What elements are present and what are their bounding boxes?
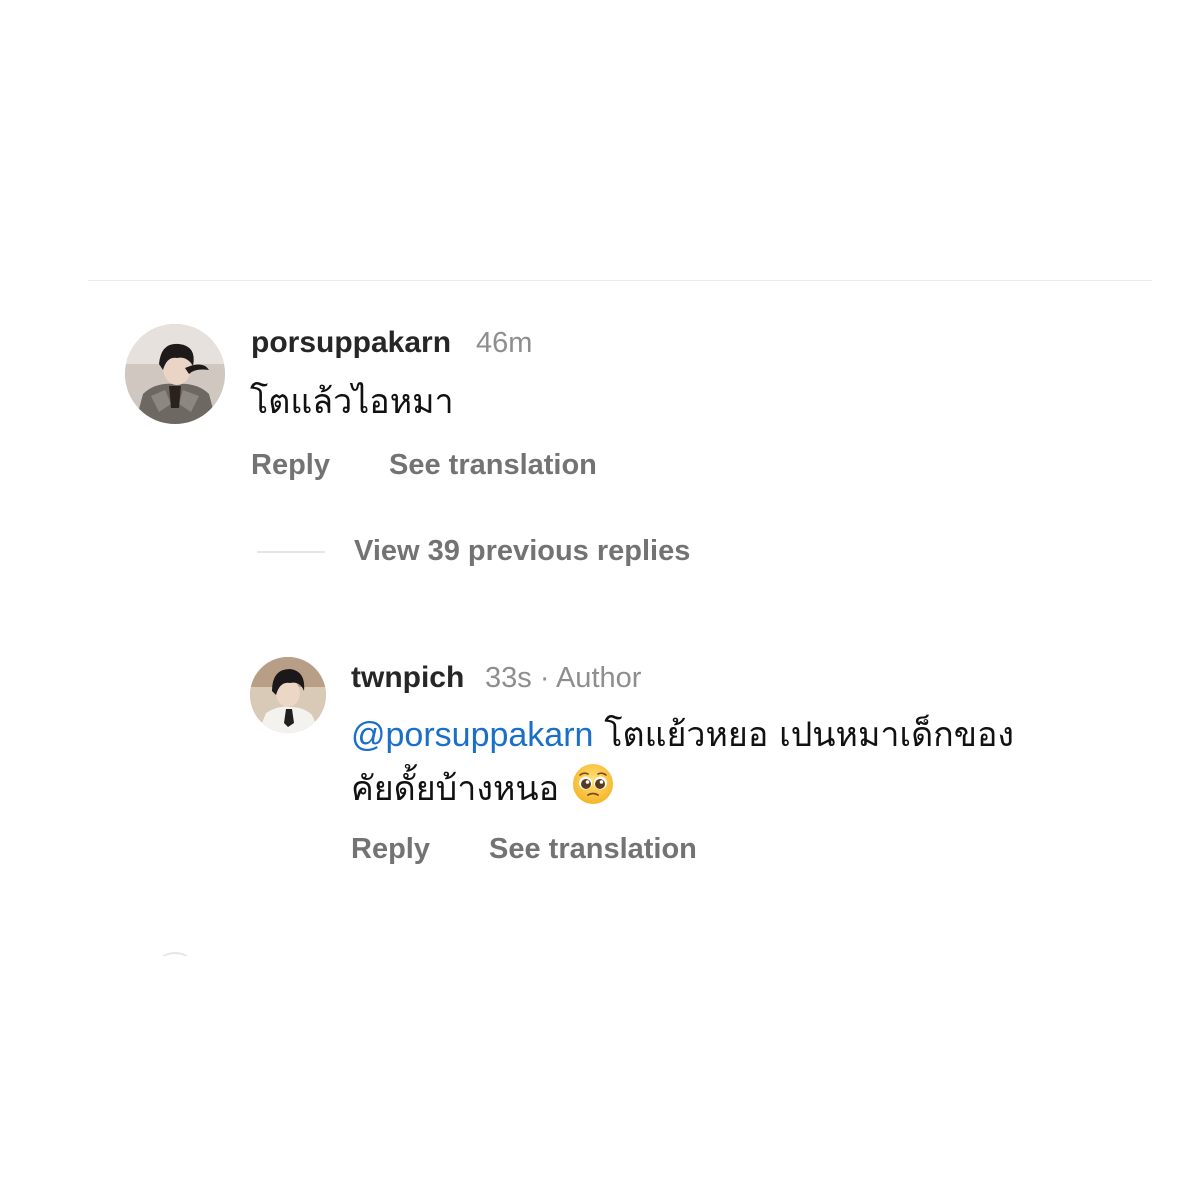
reply-avatar[interactable] [250, 657, 326, 733]
comment-thread: porsuppakarn 46m โตแล้วไอหมา Reply See t… [0, 0, 1200, 1200]
reply-username[interactable]: twnpich [351, 661, 464, 695]
reply-timestamp: 33s · Author [485, 662, 641, 695]
replies-line [257, 551, 325, 553]
comment-username[interactable]: porsuppakarn [251, 326, 451, 360]
mention-link[interactable]: @porsuppakarn [351, 716, 593, 754]
profile-photo-icon [250, 657, 326, 733]
reply-text-line-1: @porsuppakarn โตแย้วหยอ เปนหมาเด็กของ [351, 710, 1014, 760]
reply-text-line-2: คัยดั้ยบ้างหนอ [351, 762, 615, 814]
next-comment-avatar-edge [152, 952, 198, 956]
reply-text-part-1: โตแย้วหยอ เปนหมาเด็กของ [604, 715, 1014, 755]
view-previous-replies-button[interactable]: View 39 previous replies [354, 535, 690, 568]
see-translation-button[interactable]: See translation [389, 449, 597, 482]
comment-timestamp: 46m [476, 327, 533, 359]
divider [88, 280, 1152, 281]
reply-reply-button[interactable]: Reply [351, 833, 430, 866]
pleading-face-emoji-icon [573, 764, 614, 804]
meta-separator: · [539, 662, 550, 694]
author-badge: Author [555, 662, 642, 694]
reply-time: 33s [485, 662, 532, 694]
reply-text-part-2: คัยดั้ยบ้างหนอ [351, 769, 560, 809]
profile-photo-icon [125, 324, 225, 424]
comment-text: โตแล้วไอหมา [250, 382, 454, 422]
avatar[interactable] [125, 324, 225, 424]
reply-button[interactable]: Reply [251, 449, 330, 482]
reply-see-translation-button[interactable]: See translation [489, 833, 697, 866]
